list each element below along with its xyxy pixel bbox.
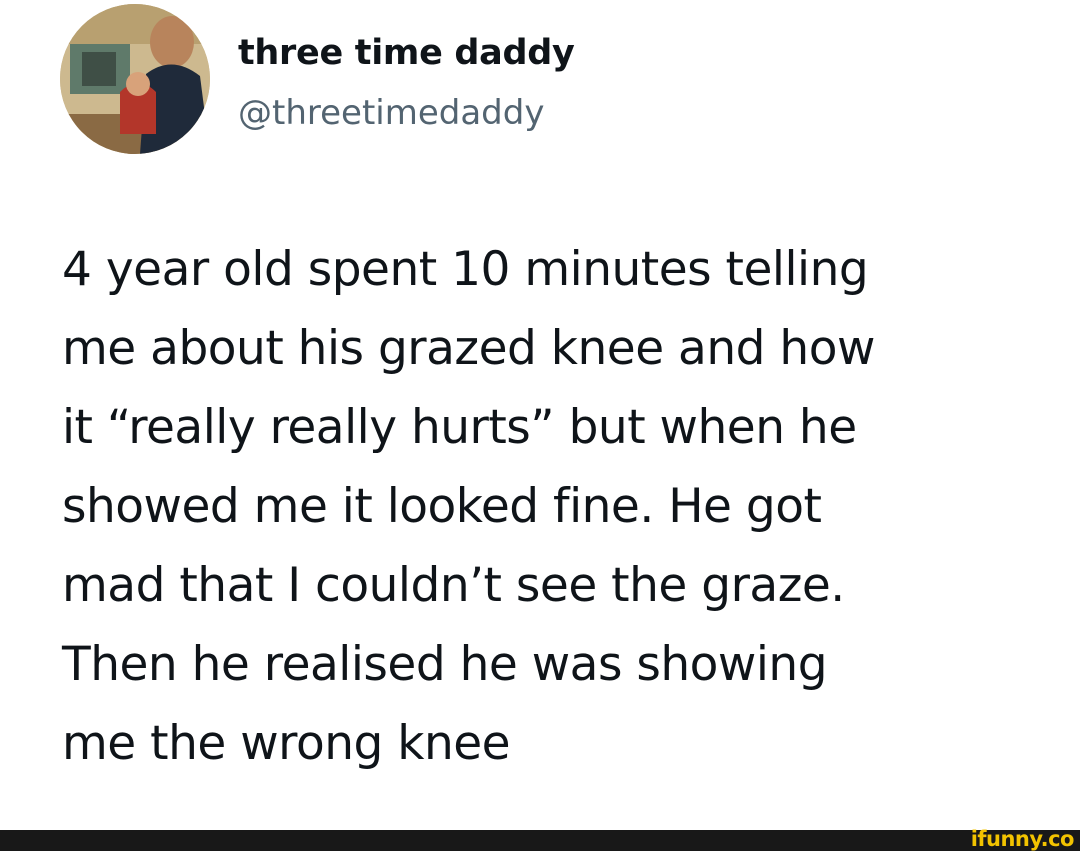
ifunny-watermark: ifunny.co [970, 827, 1075, 851]
tweet-card: three time daddy @threetimedaddy 4 year … [0, 0, 1080, 830]
tweet-text-line: 4 year old spent 10 minutes telling [62, 242, 869, 297]
username-handle[interactable]: @threetimedaddy [238, 93, 544, 133]
tweet-text: 4 year old spent 10 minutes telling me a… [62, 230, 1052, 783]
tweet-text-line: showed me it looked fine. He got [62, 479, 822, 534]
tweet-text-line: me the wrong knee [62, 716, 511, 771]
tweet-text-line: mad that I couldn’t see the graze. [62, 558, 845, 613]
watermark-bar: ifunny.co [0, 827, 1080, 851]
avatar-photo [60, 4, 210, 154]
tweet-text-line: it “really really hurts” but when he [62, 400, 857, 455]
tweet-text-line: Then he realised he was showing [62, 637, 828, 692]
avatar[interactable] [60, 4, 210, 154]
display-name[interactable]: three time daddy [238, 33, 575, 73]
tweet-text-line: me about his grazed knee and how [62, 321, 875, 376]
